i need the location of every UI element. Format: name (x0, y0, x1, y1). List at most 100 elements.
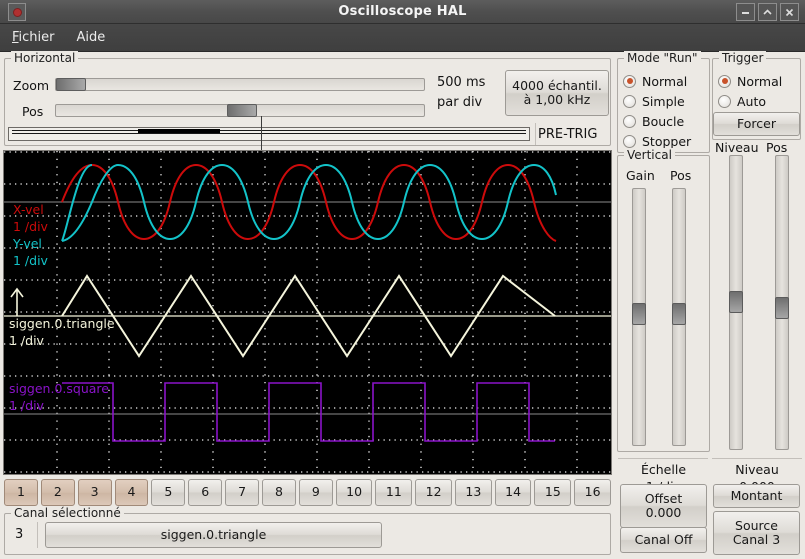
channel-button-15[interactable]: 15 (534, 479, 572, 506)
menu-fichier[interactable]: Fichier (10, 28, 57, 47)
title-bar: Oscilloscope HAL (0, 0, 805, 24)
mode-options: Normal Simple Boucle Stopper (623, 71, 691, 151)
mode-option-normal[interactable]: Normal (623, 71, 691, 91)
trace-label-square: siggen.0.square 1 /div (9, 380, 109, 414)
maximize-button[interactable] (758, 3, 777, 21)
channel-button-7[interactable]: 7 (225, 479, 260, 506)
chevron-up-icon (763, 8, 772, 15)
vertical-gain-slider[interactable] (632, 188, 646, 446)
trigger-bottom-separator (712, 458, 802, 459)
channel-button-10[interactable]: 10 (335, 479, 373, 506)
channel-label-3: 3 (90, 484, 99, 500)
trigger-niveau-caption: Niveau (735, 462, 779, 477)
trace-name-y-vel: Y-vel (13, 236, 42, 251)
channel-button-row: 1 2 3 4 5 6 7 8 9 10 11 12 13 14 15 16 (4, 479, 611, 506)
trigger-option-auto[interactable]: Auto (718, 91, 782, 111)
trace-scale-x-vel: 1 /div (13, 219, 48, 234)
trace-label-triangle: siggen.0.triangle 1 /div (9, 315, 115, 349)
channel-button-2[interactable]: 2 (40, 479, 75, 506)
trace-scale-y-vel: 1 /div (13, 253, 48, 268)
scope-display[interactable]: X-vel 1 /div Y-vel 1 /div siggen.0.trian… (3, 150, 612, 475)
minimize-button[interactable] (736, 3, 755, 21)
channel-button-1[interactable]: 1 (4, 479, 38, 506)
trigger-niveau-slider[interactable] (729, 155, 743, 450)
sample-rate-label: à 1,00 kHz (523, 92, 591, 107)
zoom-slider-trough[interactable] (55, 78, 425, 91)
horizontal-legend: Horizontal (11, 51, 79, 65)
buffer-baseline (12, 133, 526, 134)
vertical-gain-thumb[interactable] (632, 303, 646, 325)
force-trigger-label: Forcer (737, 115, 776, 131)
menu-aide-label: Aide (76, 30, 106, 45)
offset-button[interactable]: Offset 0.000 (620, 484, 707, 528)
close-button[interactable] (780, 3, 799, 21)
channel-label-11: 11 (385, 484, 402, 500)
channel-button-14[interactable]: 14 (494, 479, 532, 506)
mode-option-boucle[interactable]: Boucle (623, 111, 691, 131)
trace-square (62, 382, 555, 442)
force-trigger-button[interactable]: Forcer (713, 112, 800, 136)
mode-option-simple[interactable]: Simple (623, 91, 691, 111)
channel-button-12[interactable]: 12 (415, 479, 452, 506)
oscilloscope-window: Oscilloscope HAL Fichier Aide Horizontal… (0, 0, 805, 559)
trigger-pos-thumb[interactable] (775, 297, 789, 319)
channel-button-8[interactable]: 8 (262, 479, 296, 506)
offset-label: Offset (644, 490, 683, 506)
trigger-pos-slider[interactable] (775, 155, 789, 450)
radio-icon-trigger-auto[interactable] (718, 94, 731, 108)
radio-icon-normal[interactable] (623, 74, 636, 88)
channel-button-16[interactable]: 16 (574, 479, 611, 506)
channel-button-13[interactable]: 13 (454, 479, 492, 506)
selected-signal-button[interactable]: siggen.0.triangle (45, 522, 382, 548)
offset-value: 0.000 (645, 505, 682, 520)
vertical-pos-slider[interactable] (672, 188, 686, 446)
channel-button-5[interactable]: 5 (151, 479, 186, 506)
radio-icon-boucle[interactable] (623, 114, 636, 128)
trigger-pos-label: Pos (766, 140, 788, 155)
pretrig-status: PRE-TRIG (538, 127, 598, 142)
trace-scale-triangle: 1 /div (9, 333, 44, 348)
mode-normal-label: Normal (642, 73, 688, 89)
trigger-source-value: Canal 3 (732, 532, 781, 547)
sample-rate-button[interactable]: 4000 échantil. à 1,00 kHz (505, 70, 609, 116)
buffer-center-tick (261, 116, 262, 152)
trace-label-y-vel: Y-vel 1 /div (13, 235, 48, 269)
channel-button-3[interactable]: 3 (77, 479, 112, 506)
trigger-slope-button[interactable]: Montant (713, 484, 800, 508)
trigger-auto-label: Auto (737, 93, 767, 109)
radio-icon-simple[interactable] (623, 94, 636, 108)
zoom-slider-thumb[interactable] (56, 78, 86, 91)
trace-name-square: siggen.0.square (9, 381, 109, 396)
channel-label-9: 9 (311, 484, 320, 500)
channel-off-button[interactable]: Canal Off (620, 527, 707, 553)
radio-icon-stopper[interactable] (623, 134, 636, 148)
sample-count-label: 4000 échantil. (512, 77, 602, 93)
trigger-source-button[interactable]: Source Canal 3 (713, 511, 800, 555)
vertical-gain-label: Gain (626, 168, 655, 183)
scope-grid (4, 151, 611, 474)
horizontal-pos-thumb[interactable] (227, 104, 257, 117)
channel-label-14: 14 (505, 484, 522, 500)
channel-button-4[interactable]: 4 (114, 479, 149, 506)
channel-button-6[interactable]: 6 (188, 479, 223, 506)
vertical-pos-thumb[interactable] (672, 303, 686, 325)
radio-icon-trigger-normal[interactable] (718, 74, 731, 88)
buffer-indicator[interactable] (8, 116, 530, 152)
channel-label-8: 8 (274, 484, 283, 500)
pretrig-separator (535, 123, 536, 145)
selected-channel-legend: Canal sélectionné (11, 506, 124, 520)
trigger-slope-label: Montant (730, 487, 783, 503)
trigger-niveau-thumb[interactable] (729, 291, 743, 313)
channel-button-9[interactable]: 9 (298, 479, 333, 506)
channel-label-6: 6 (201, 484, 210, 500)
zoom-slider[interactable] (55, 77, 425, 92)
channel-button-11[interactable]: 11 (375, 479, 413, 506)
buffer-topline (12, 130, 526, 131)
channel-label-1: 1 (16, 484, 25, 500)
menu-aide[interactable]: Aide (75, 28, 108, 47)
pos-label: Pos (22, 104, 44, 119)
zoom-label: Zoom (13, 78, 50, 93)
trace-name-triangle: siggen.0.triangle (9, 316, 115, 331)
horizontal-pos-slider[interactable] (55, 103, 425, 118)
trigger-option-normal[interactable]: Normal (718, 71, 782, 91)
